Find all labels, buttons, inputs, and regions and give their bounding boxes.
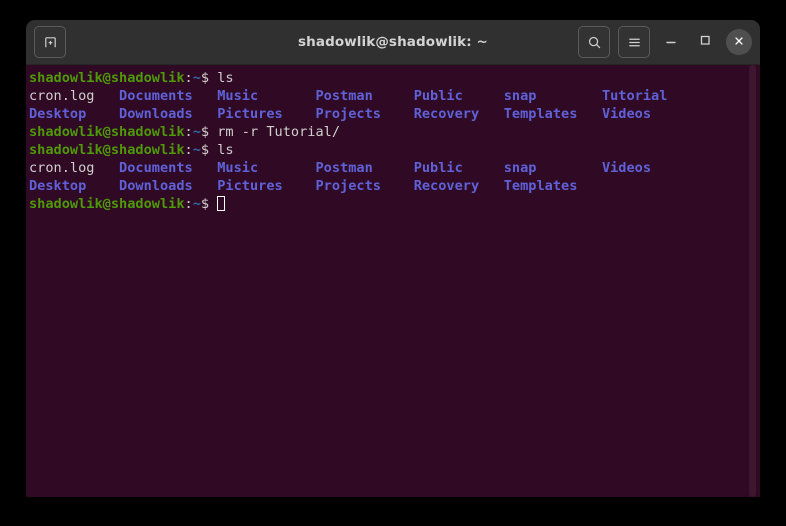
hamburger-menu-button[interactable] xyxy=(618,26,650,58)
maximize-button[interactable] xyxy=(692,29,718,55)
terminal-command: ls xyxy=(209,70,234,86)
terminal-output-line: Desktop Downloads Pictures Projects Reco… xyxy=(29,105,760,123)
terminal-output-line: cron.log Documents Music Postman Public … xyxy=(29,87,760,105)
terminal-output: shadowlik@shadowlik:~$ ls cron.log Docume… xyxy=(28,69,760,213)
prompt-symbol: $ xyxy=(200,196,210,212)
prompt-colon: : xyxy=(184,70,193,86)
directory-entry: Music xyxy=(217,160,316,176)
prompt-symbol: $ xyxy=(200,124,210,140)
directory-entry: Documents xyxy=(119,160,218,176)
directory-entry: Pictures xyxy=(217,106,316,122)
directory-entry: Documents xyxy=(119,88,218,104)
directory-entry: Videos xyxy=(601,160,652,176)
directory-entry: Recovery xyxy=(413,106,504,122)
directory-entry: Downloads xyxy=(119,106,218,122)
directory-entry: Desktop xyxy=(29,106,120,122)
prompt-path: ~ xyxy=(192,196,201,212)
new-tab-button[interactable] xyxy=(34,26,66,58)
terminal-scrollbar[interactable] xyxy=(749,65,756,497)
close-button[interactable] xyxy=(726,29,752,55)
prompt-path: ~ xyxy=(192,70,201,86)
directory-entry: Pictures xyxy=(217,178,316,194)
hamburger-icon xyxy=(627,35,642,50)
directory-entry: Public xyxy=(413,88,504,104)
directory-entry: Recovery xyxy=(413,178,504,194)
file-entry: cron.log xyxy=(29,88,120,104)
directory-entry: snap xyxy=(503,88,602,104)
terminal-prompt-line: shadowlik@shadowlik:~$ ls xyxy=(29,69,760,87)
terminal-command: rm -r Tutorial/ xyxy=(209,124,341,140)
directory-entry: Postman xyxy=(315,88,414,104)
directory-entry: Public xyxy=(413,160,504,176)
directory-entry: Music xyxy=(217,88,316,104)
new-tab-icon xyxy=(43,35,58,50)
prompt-symbol: $ xyxy=(200,70,210,86)
terminal-output-line: cron.log Documents Music Postman Public … xyxy=(29,159,760,177)
maximize-icon xyxy=(697,32,713,52)
prompt-user-host: shadowlik@shadowlik xyxy=(29,70,185,86)
directory-entry: Videos xyxy=(601,106,652,122)
prompt-colon: : xyxy=(184,124,193,140)
prompt-path: ~ xyxy=(192,142,201,158)
search-icon xyxy=(587,35,602,50)
close-icon xyxy=(732,33,746,52)
terminal-prompt-line: shadowlik@shadowlik:~$ ls xyxy=(29,141,760,159)
terminal-command xyxy=(209,196,217,212)
prompt-path: ~ xyxy=(192,124,201,140)
directory-entry: Downloads xyxy=(119,178,218,194)
terminal-cursor xyxy=(217,196,226,211)
directory-entry: snap xyxy=(503,160,602,176)
prompt-user-host: shadowlik@shadowlik xyxy=(29,196,185,212)
search-button[interactable] xyxy=(578,26,610,58)
prompt-user-host: shadowlik@shadowlik xyxy=(29,142,185,158)
directory-entry: Tutorial xyxy=(601,88,668,104)
directory-entry: Projects xyxy=(315,178,414,194)
directory-entry: Desktop xyxy=(29,178,120,194)
directory-entry: Projects xyxy=(315,106,414,122)
prompt-colon: : xyxy=(184,142,193,158)
minimize-button[interactable] xyxy=(658,29,684,55)
directory-entry: Postman xyxy=(315,160,414,176)
window-titlebar: shadowlik@shadowlik: ~ xyxy=(26,20,760,65)
prompt-colon: : xyxy=(184,196,193,212)
prompt-symbol: $ xyxy=(200,142,210,158)
window-controls xyxy=(578,26,752,58)
terminal-body[interactable]: shadowlik@shadowlik:~$ ls cron.log Docume… xyxy=(26,65,760,497)
file-entry: cron.log xyxy=(29,160,120,176)
terminal-window: shadowlik@shadowlik: ~ shadowlik@shadowl… xyxy=(26,20,760,497)
terminal-prompt-line: shadowlik@shadowlik:~$ rm -r Tutorial/ xyxy=(29,123,760,141)
directory-entry: Templates xyxy=(503,178,578,194)
minimize-icon xyxy=(663,32,679,52)
directory-entry: Templates xyxy=(503,106,602,122)
prompt-user-host: shadowlik@shadowlik xyxy=(29,124,185,140)
terminal-output-line: Desktop Downloads Pictures Projects Reco… xyxy=(29,177,760,195)
terminal-command: ls xyxy=(209,142,234,158)
terminal-prompt-line: shadowlik@shadowlik:~$ xyxy=(29,195,760,213)
